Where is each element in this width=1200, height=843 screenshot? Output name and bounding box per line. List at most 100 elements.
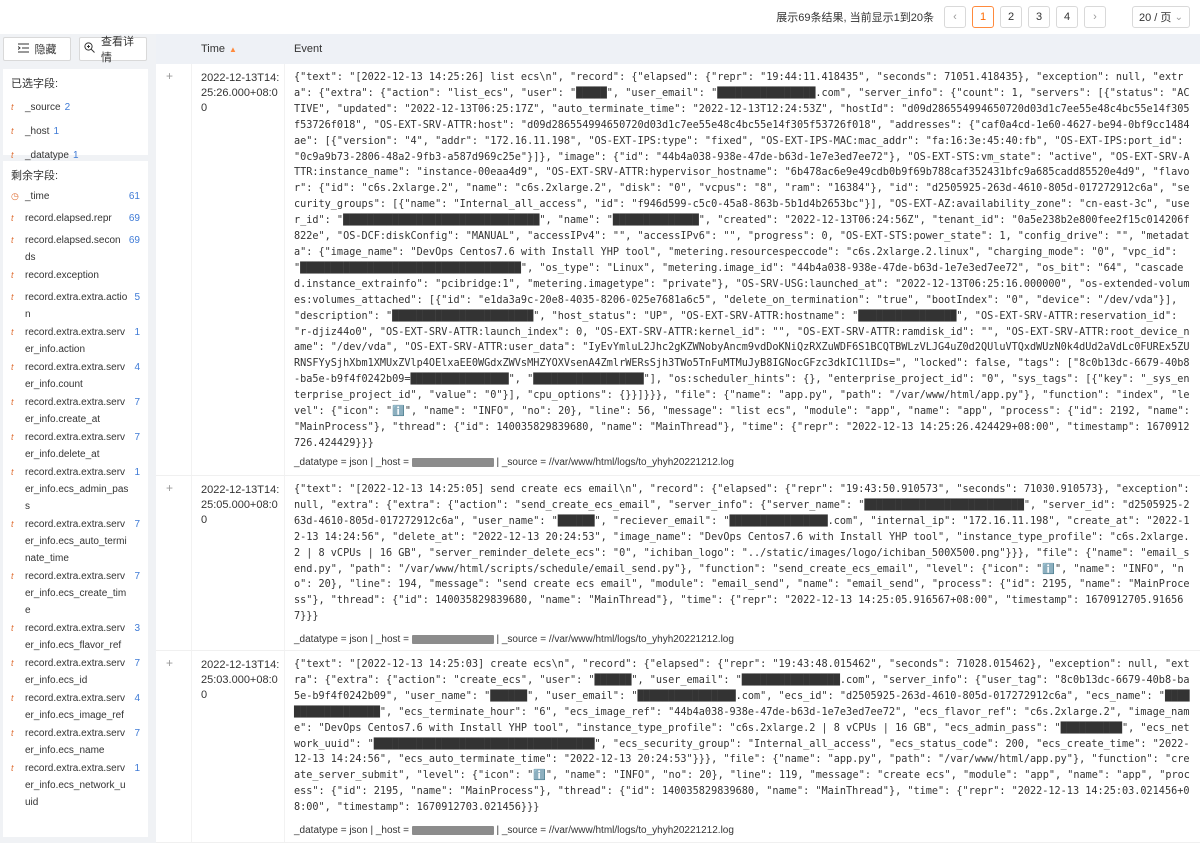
row-time: 2022-12-13T14:25:03.000+08:00 (201, 659, 280, 701)
field-count: 4 (134, 693, 140, 704)
field-item[interactable]: t _host 1 (3, 119, 148, 143)
text-type-icon: t (11, 467, 14, 477)
row-event: {"text": "[2022-12-13 14:25:03] create e… (294, 659, 1190, 814)
expand-icon[interactable]: + (166, 69, 180, 83)
text-type-icon: t (11, 763, 14, 773)
time-column-header[interactable]: Time ▲ (189, 43, 294, 55)
selected-fields-title: 已选字段: (11, 78, 59, 90)
table-row: + 2022-12-13T14:25:03.000+08:00 {"text":… (156, 651, 1200, 843)
field-name: record.extra.extra.server_info.ecs_id (25, 658, 126, 686)
meta-prefix: _datatype = json | _host = (294, 457, 412, 468)
table-row: + 2022-12-13T14:25:05.000+08:00 {"text":… (156, 476, 1200, 651)
view-detail-label: 查看详情 (101, 36, 134, 64)
field-name: record.extra.extra.server_info.ecs_admin… (25, 467, 129, 512)
row-meta: _datatype = json | _host = | _source = /… (294, 457, 734, 468)
text-type-icon: t (11, 125, 14, 136)
expand-icon[interactable]: + (166, 656, 180, 670)
row-time: 2022-12-13T14:25:05.000+08:00 (201, 484, 280, 526)
field-count: 69 (128, 213, 140, 224)
meta-prefix: _datatype = json | _host = (294, 825, 412, 836)
field-name: record.extra.extra.server_info.delete_at (25, 432, 126, 460)
field-count: 7 (134, 432, 140, 443)
list-collapse-icon (17, 43, 29, 56)
page-2-button[interactable]: 2 (1000, 6, 1022, 28)
row-meta: _datatype = json | _host = | _source = /… (294, 634, 734, 645)
top-bar: 展示69条结果, 当前显示1到20条 ‹ 1 2 3 4 › 20 / 页 ⌄ (0, 0, 1200, 34)
text-type-icon: t (11, 327, 14, 337)
field-item[interactable]: t record.extra.extra.server_info.action 1 (3, 323, 148, 358)
row-meta: _datatype = json | _host = | _source = /… (294, 825, 734, 836)
log-table: Time ▲ Event + 2022-12-13T14:25:26.000+0… (156, 34, 1200, 843)
text-type-icon: t (11, 292, 14, 302)
field-name: record.extra.extra.server_info.action (25, 327, 126, 355)
field-count: 7 (134, 397, 140, 408)
text-type-icon: t (11, 571, 14, 581)
row-event: {"text": "[2022-12-13 14:25:26] list ecs… (294, 72, 1197, 449)
redacted-host (411, 825, 494, 835)
view-detail-button[interactable]: 查看详情 (79, 36, 147, 64)
page-1-button[interactable]: 1 (972, 6, 994, 28)
field-item[interactable]: t record.extra.extra.server_info.ecs_admi… (3, 463, 148, 515)
field-count: 7 (134, 519, 140, 530)
field-sidebar: 隐藏 查看详情 已选字段: t _source 2 t _host 1 t _dataty… (0, 34, 152, 843)
field-item[interactable]: t record.exception (3, 266, 148, 288)
field-item[interactable]: t record.extra.extra.server_info.ecs_auto… (3, 515, 148, 567)
field-name: _time (25, 191, 50, 202)
next-page-button[interactable]: › (1084, 6, 1106, 28)
hide-label: 隐藏 (34, 44, 57, 56)
field-count: 5 (134, 292, 140, 303)
remaining-fields-title: 剩余字段: (11, 170, 59, 182)
field-name: record.extra.extra.server_info.ecs_creat… (25, 571, 127, 616)
prev-page-button[interactable]: ‹ (944, 6, 966, 28)
text-type-icon: t (11, 270, 14, 280)
meta-suffix: | _source = //var/www/html/logs/to_yhyh2… (493, 457, 734, 468)
field-name: record.extra.extra.server_info.ecs_netwo… (25, 763, 126, 808)
row-event: {"text": "[2022-12-13 14:25:05] send cre… (294, 484, 1196, 623)
clock-icon: ◷ (11, 191, 19, 201)
text-type-icon: t (11, 213, 14, 223)
redacted-host (411, 457, 494, 467)
field-item[interactable]: t record.extra.extra.action 5 (3, 288, 148, 323)
redacted-host (411, 634, 494, 644)
field-item[interactable]: t record.extra.extra.server_info.ecs_flav… (3, 619, 148, 654)
table-header: Time ▲ Event (156, 34, 1200, 64)
field-item[interactable]: t _source 2 (3, 95, 148, 119)
field-item[interactable]: ◷ _time 61 (3, 187, 148, 209)
remaining-fields-panel: 剩余字段: ◷ _time 61 t record.elapsed.repr 69 t rec… (3, 161, 148, 837)
meta-prefix: _datatype = json | _host = (294, 634, 412, 645)
field-count: 1 (134, 467, 140, 478)
field-item[interactable]: t record.extra.extra.server_info.ecs_imag… (3, 689, 148, 724)
field-name: record.extra.extra.server_info.ecs_auto_… (25, 519, 127, 564)
field-name: _source (25, 101, 61, 113)
result-summary: 展示69条结果, 当前显示1到20条 (776, 12, 934, 24)
field-item[interactable]: t record.elapsed.seconds 69 (3, 231, 148, 266)
field-item[interactable]: t record.elapsed.repr 69 (3, 209, 148, 231)
field-name: record.extra.extra.server_info.count (25, 362, 126, 390)
page-size-value: 20 / 页 (1139, 12, 1172, 24)
field-name: record.extra.extra.server_info.ecs_flavo… (25, 623, 126, 651)
field-count: 1 (134, 763, 140, 774)
page-3-button[interactable]: 3 (1028, 6, 1050, 28)
sort-icon[interactable]: ▲ (229, 45, 237, 54)
field-item[interactable]: t record.extra.extra.server_info.ecs_name… (3, 724, 148, 759)
hide-button[interactable]: 隐藏 (3, 37, 71, 61)
page-4-button[interactable]: 4 (1056, 6, 1078, 28)
text-type-icon: t (11, 693, 14, 703)
field-count: 1 (53, 125, 60, 137)
text-type-icon: t (11, 101, 14, 112)
page-size-select[interactable]: 20 / 页 ⌄ (1132, 6, 1190, 28)
field-item[interactable]: t record.extra.extra.server_info.delete_a… (3, 428, 148, 463)
field-item[interactable]: t record.extra.extra.server_info.ecs_crea… (3, 567, 148, 619)
expand-icon[interactable]: + (166, 481, 180, 495)
field-count: 4 (134, 362, 140, 373)
field-name: record.exception (25, 270, 99, 281)
field-count: 2 (64, 101, 71, 113)
text-type-icon: t (11, 623, 14, 633)
text-type-icon: t (11, 235, 14, 245)
field-item[interactable]: t record.extra.extra.server_info.ecs_netw… (3, 759, 148, 811)
field-item[interactable]: t record.extra.extra.server_info.create_a… (3, 393, 148, 428)
field-name: _host (25, 125, 50, 137)
field-item[interactable]: t record.extra.extra.server_info.count 4 (3, 358, 148, 393)
field-item[interactable]: t record.extra.extra.server_info.ecs_id 7 (3, 654, 148, 689)
row-time: 2022-12-13T14:25:26.000+08:00 (201, 72, 280, 114)
